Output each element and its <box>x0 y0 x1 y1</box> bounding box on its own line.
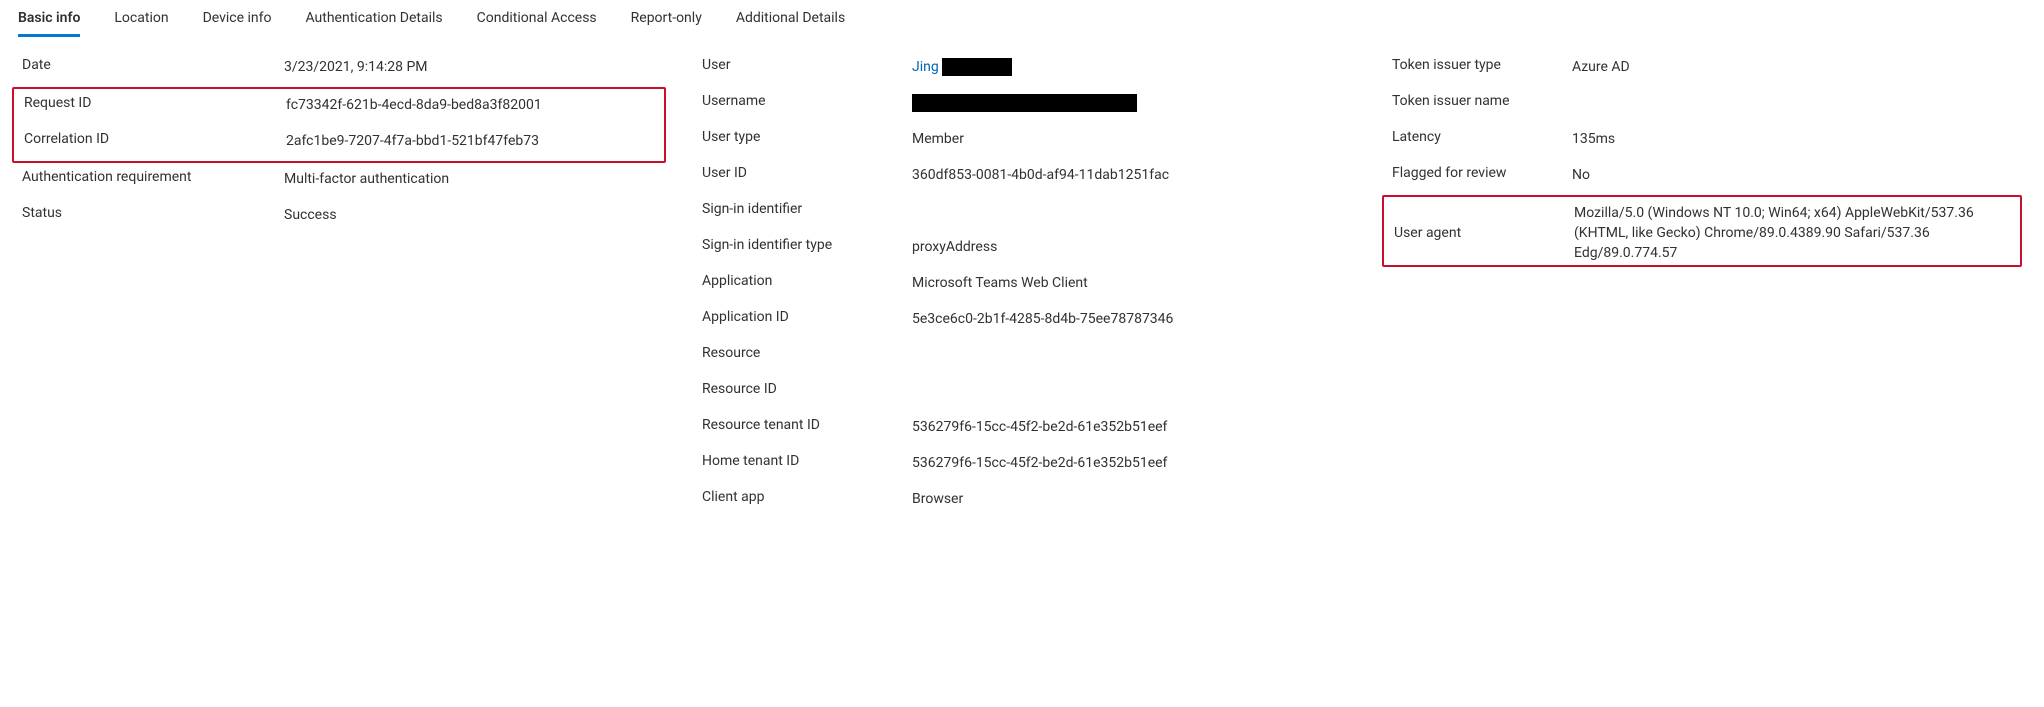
value-signin-identifier-type: proxyAddress <box>912 233 997 257</box>
row-resource-tenant-id: Resource tenant ID 536279f6-15cc-45f2-be… <box>688 411 1378 447</box>
label-home-tenant-id: Home tenant ID <box>702 449 912 469</box>
label-signin-identifier-type: Sign-in identifier type <box>702 233 912 253</box>
row-user-type: User type Member <box>688 123 1378 159</box>
value-username <box>912 89 1137 113</box>
tab-location[interactable]: Location <box>114 6 168 37</box>
user-redacted-icon <box>942 58 1012 76</box>
row-user-id: User ID 360df853-0081-4b0d-af94-11dab125… <box>688 159 1378 195</box>
label-token-issuer-type: Token issuer type <box>1392 53 1572 73</box>
basic-info-content: Date 3/23/2021, 9:14:28 PM Request ID fc… <box>0 37 2044 519</box>
row-home-tenant-id: Home tenant ID 536279f6-15cc-45f2-be2d-6… <box>688 447 1378 483</box>
label-request-id: Request ID <box>24 91 286 111</box>
value-application: Microsoft Teams Web Client <box>912 269 1088 293</box>
label-auth-requirement: Authentication requirement <box>22 165 284 185</box>
value-date: 3/23/2021, 9:14:28 PM <box>284 53 428 77</box>
value-application-id: 5e3ce6c0-2b1f-4285-8d4b-75ee78787346 <box>912 305 1173 329</box>
column-token-agent: Token issuer type Azure AD Token issuer … <box>1378 51 2018 519</box>
value-client-app: Browser <box>912 485 963 509</box>
row-date: Date 3/23/2021, 9:14:28 PM <box>8 51 688 87</box>
user-link[interactable]: Jing <box>912 59 939 75</box>
row-token-issuer-type: Token issuer type Azure AD <box>1378 51 2018 87</box>
label-correlation-id: Correlation ID <box>24 127 286 147</box>
label-client-app: Client app <box>702 485 912 505</box>
row-resource-id: Resource ID <box>688 375 1378 411</box>
value-resource-tenant-id: 536279f6-15cc-45f2-be2d-61e352b51eef <box>912 413 1167 437</box>
label-token-issuer-name: Token issuer name <box>1392 89 1572 109</box>
value-latency: 135ms <box>1572 125 1615 149</box>
label-date: Date <box>22 53 284 73</box>
value-request-id: fc73342f-621b-4ecd-8da9-bed8a3f82001 <box>286 91 542 115</box>
value-user-agent: Mozilla/5.0 (Windows NT 10.0; Win64; x64… <box>1574 199 2004 263</box>
row-signin-identifier: Sign-in identifier <box>688 195 1378 231</box>
row-request-id: Request ID fc73342f-621b-4ecd-8da9-bed8a… <box>14 89 664 125</box>
tab-additional-details[interactable]: Additional Details <box>736 6 845 37</box>
row-application: Application Microsoft Teams Web Client <box>688 267 1378 303</box>
tab-report-only[interactable]: Report-only <box>631 6 702 37</box>
row-resource: Resource <box>688 339 1378 375</box>
row-signin-identifier-type: Sign-in identifier type proxyAddress <box>688 231 1378 267</box>
row-user: User Jing <box>688 51 1378 87</box>
label-application: Application <box>702 269 912 289</box>
tab-authentication-details[interactable]: Authentication Details <box>305 6 442 37</box>
value-user-id: 360df853-0081-4b0d-af94-11dab1251fac <box>912 161 1169 185</box>
row-status: Status Success <box>8 199 688 235</box>
label-resource-tenant-id: Resource tenant ID <box>702 413 912 433</box>
label-user: User <box>702 53 912 73</box>
row-username: Username <box>688 87 1378 123</box>
highlight-request-correlation: Request ID fc73342f-621b-4ecd-8da9-bed8a… <box>12 87 666 163</box>
row-client-app: Client app Browser <box>688 483 1378 519</box>
row-flagged: Flagged for review No <box>1378 159 2018 195</box>
value-token-issuer-type: Azure AD <box>1572 53 1630 77</box>
label-resource: Resource <box>702 341 912 361</box>
value-correlation-id: 2afc1be9-7207-4f7a-bbd1-521bf47feb73 <box>286 127 539 151</box>
tab-basic-info[interactable]: Basic info <box>18 6 80 37</box>
value-user: Jing <box>912 53 1012 77</box>
label-application-id: Application ID <box>702 305 912 325</box>
label-user-id: User ID <box>702 161 912 181</box>
value-auth-requirement: Multi-factor authentication <box>284 165 449 189</box>
row-user-agent: User agent Mozilla/5.0 (Windows NT 10.0;… <box>1384 197 2020 265</box>
label-resource-id: Resource ID <box>702 377 912 397</box>
tab-device-info[interactable]: Device info <box>203 6 272 37</box>
label-flagged: Flagged for review <box>1392 161 1572 181</box>
label-user-agent: User agent <box>1394 221 1574 241</box>
row-correlation-id: Correlation ID 2afc1be9-7207-4f7a-bbd1-5… <box>14 125 664 161</box>
column-general: Date 3/23/2021, 9:14:28 PM Request ID fc… <box>4 51 688 519</box>
label-signin-identifier: Sign-in identifier <box>702 197 912 217</box>
value-user-type: Member <box>912 125 964 149</box>
row-latency: Latency 135ms <box>1378 123 2018 159</box>
value-home-tenant-id: 536279f6-15cc-45f2-be2d-61e352b51eef <box>912 449 1167 473</box>
row-application-id: Application ID 5e3ce6c0-2b1f-4285-8d4b-7… <box>688 303 1378 339</box>
detail-tabs: Basic info Location Device info Authenti… <box>0 0 2044 37</box>
tab-conditional-access[interactable]: Conditional Access <box>477 6 597 37</box>
value-status: Success <box>284 201 337 225</box>
label-latency: Latency <box>1392 125 1572 145</box>
label-username: Username <box>702 89 912 109</box>
signin-details-panel: Basic info Location Device info Authenti… <box>0 0 2044 539</box>
column-user-app: User Jing Username User type Member User… <box>688 51 1378 519</box>
row-auth-requirement: Authentication requirement Multi-factor … <box>8 163 688 199</box>
highlight-user-agent: User agent Mozilla/5.0 (Windows NT 10.0;… <box>1382 195 2022 267</box>
username-redacted-icon <box>912 94 1137 112</box>
label-status: Status <box>22 201 284 221</box>
label-user-type: User type <box>702 125 912 145</box>
value-flagged: No <box>1572 161 1590 185</box>
row-token-issuer-name: Token issuer name <box>1378 87 2018 123</box>
